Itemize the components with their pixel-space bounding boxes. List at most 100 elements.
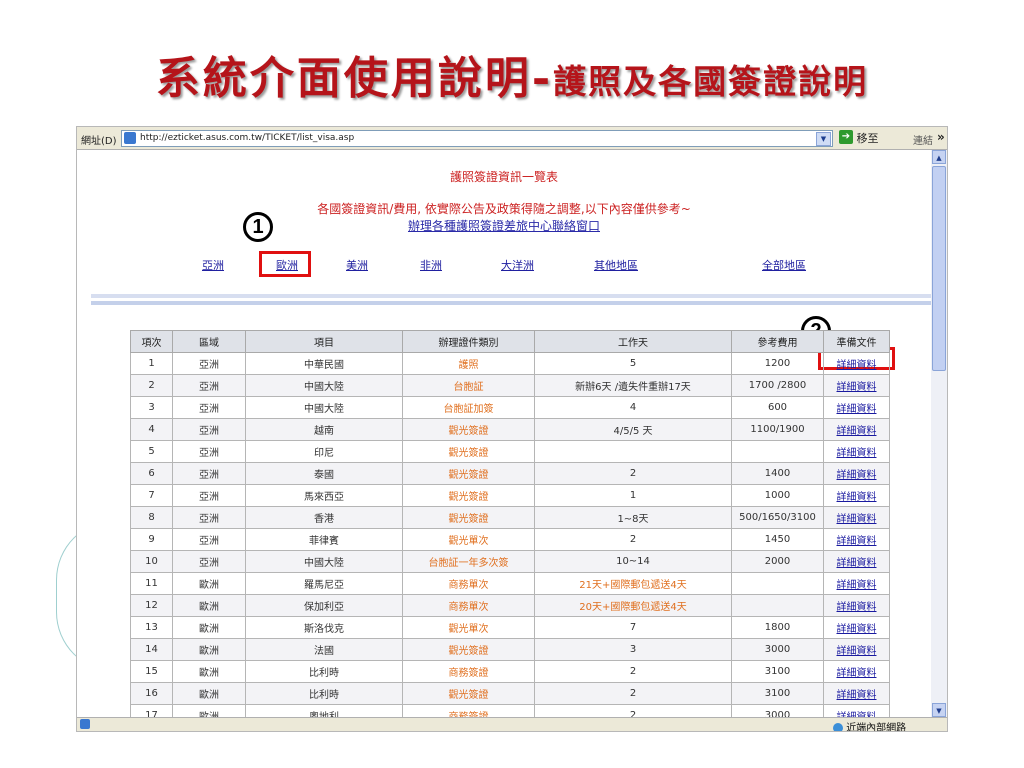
cell-details-link[interactable]: 詳細資料 <box>823 352 890 375</box>
cell-details-link[interactable]: 詳細資料 <box>823 484 890 507</box>
table-row: 1 亞洲 中華民國 護照 5 1200 詳細資料 <box>130 352 890 375</box>
cell-details-link[interactable]: 詳細資料 <box>823 528 890 551</box>
scroll-down-icon[interactable]: ▼ <box>932 703 946 717</box>
cell-document-type: 護照 <box>402 352 535 375</box>
cell-workdays: 1~8天 <box>534 506 732 529</box>
europe-highlight-box <box>259 251 311 277</box>
cell-region: 歐洲 <box>172 660 246 683</box>
go-button[interactable]: ➔ 移至 <box>839 130 895 145</box>
cell-index: 17 <box>130 704 173 717</box>
cell-document-type: 商務簽證 <box>402 660 535 683</box>
cell-workdays: 5 <box>534 352 732 375</box>
cell-item: 保加利亞 <box>245 594 403 617</box>
cell-details-link[interactable]: 詳細資料 <box>823 550 890 573</box>
region-link-asia[interactable]: 亞洲 <box>202 257 224 273</box>
table-row: 9 亞洲 菲律賓 觀光單次 2 1450 詳細資料 <box>130 528 890 551</box>
col-header-fee: 參考費用 <box>731 330 824 353</box>
cell-item: 比利時 <box>245 660 403 683</box>
cell-details-link[interactable]: 詳細資料 <box>823 506 890 529</box>
cell-index: 2 <box>130 374 173 397</box>
cell-item: 泰國 <box>245 462 403 485</box>
table-row: 6 亞洲 泰國 觀光簽證 2 1400 詳細資料 <box>130 462 890 485</box>
cell-item: 越南 <box>245 418 403 441</box>
cell-index: 9 <box>130 528 173 551</box>
cell-workdays: 3 <box>534 638 732 661</box>
cell-workdays: 2 <box>534 660 732 683</box>
cell-fee: 1450 <box>731 528 824 551</box>
cell-document-type: 商務單次 <box>402 594 535 617</box>
page-status-icon <box>80 719 90 729</box>
cell-document-type: 觀光單次 <box>402 528 535 551</box>
region-link-all[interactable]: 全部地區 <box>762 257 806 273</box>
region-link-africa[interactable]: 非洲 <box>420 257 442 273</box>
region-link-other[interactable]: 其他地區 <box>594 257 638 273</box>
cell-details-link[interactable]: 詳細資料 <box>823 440 890 463</box>
service-contact-link[interactable]: 辦理各種護照簽證差旅中心聯絡窗口 <box>77 217 931 234</box>
cell-details-link[interactable]: 詳細資料 <box>823 374 890 397</box>
cell-item: 中國大陸 <box>245 396 403 419</box>
scroll-thumb[interactable] <box>932 166 946 371</box>
cell-index: 13 <box>130 616 173 639</box>
cell-index: 8 <box>130 506 173 529</box>
slide-title: 系統介面使用說明-護照及各國簽證說明 <box>0 42 1024 106</box>
cell-details-link[interactable]: 詳細資料 <box>823 462 890 485</box>
cell-fee <box>731 440 824 463</box>
cell-details-link[interactable]: 詳細資料 <box>823 418 890 441</box>
cell-workdays: 21天+國際郵包遞送4天 <box>534 572 732 595</box>
cell-details-link[interactable]: 詳細資料 <box>823 616 890 639</box>
cell-index: 16 <box>130 682 173 705</box>
url-dropdown-button[interactable]: ▼ <box>816 132 831 146</box>
go-label: 移至 <box>856 132 879 145</box>
table-row: 10 亞洲 中國大陸 台胞証一年多次簽 10~14 2000 詳細資料 <box>130 550 890 573</box>
cell-index: 11 <box>130 572 173 595</box>
cell-details-link[interactable]: 詳細資料 <box>823 396 890 419</box>
cell-region: 亞洲 <box>172 374 246 397</box>
table-row: 15 歐洲 比利時 商務簽證 2 3100 詳細資料 <box>130 660 890 683</box>
separator-bar-lower <box>91 301 931 305</box>
cell-fee: 1800 <box>731 616 824 639</box>
cell-workdays: 2 <box>534 462 732 485</box>
cell-workdays: 新辦6天 /遺失件重辦17天 <box>534 374 732 397</box>
links-button[interactable]: 連結 <box>913 132 933 147</box>
cell-workdays: 4 <box>534 396 732 419</box>
cell-details-link[interactable]: 詳細資料 <box>823 572 890 595</box>
url-field[interactable]: http://ezticket.asus.com.tw/TICKET/list_… <box>121 130 833 147</box>
cell-region: 亞洲 <box>172 550 246 573</box>
toolbar-chevron-icon[interactable]: » <box>937 130 945 144</box>
page-icon <box>124 132 136 144</box>
cell-details-link[interactable]: 詳細資料 <box>823 682 890 705</box>
region-link-america[interactable]: 美洲 <box>346 257 368 273</box>
cell-index: 10 <box>130 550 173 573</box>
cell-details-link[interactable]: 詳細資料 <box>823 638 890 661</box>
table-row: 12 歐洲 保加利亞 商務單次 20天+國際郵包遞送4天 詳細資料 <box>130 594 890 617</box>
cell-region: 亞洲 <box>172 506 246 529</box>
cell-document-type: 台胞証一年多次簽 <box>402 550 535 573</box>
cell-item: 印尼 <box>245 440 403 463</box>
col-header-workdays: 工作天 <box>534 330 732 353</box>
cell-index: 15 <box>130 660 173 683</box>
cell-details-link[interactable]: 詳細資料 <box>823 594 890 617</box>
slide-title-main: 系統介面使用說明- <box>155 53 554 104</box>
vertical-scrollbar[interactable]: ▲ ▼ <box>931 150 947 717</box>
cell-fee: 1700 /2800 <box>731 374 824 397</box>
cell-details-link[interactable]: 詳細資料 <box>823 660 890 683</box>
cell-fee: 500/1650/3100 <box>731 506 824 529</box>
cell-document-type: 觀光簽證 <box>402 484 535 507</box>
region-link-oceania[interactable]: 大洋洲 <box>501 257 534 273</box>
cell-fee: 1100/1900 <box>731 418 824 441</box>
cell-details-link[interactable]: 詳細資料 <box>823 704 890 717</box>
col-header-item: 項目 <box>245 330 403 353</box>
cell-item: 羅馬尼亞 <box>245 572 403 595</box>
table-row: 7 亞洲 馬來西亞 觀光簽證 1 1000 詳細資料 <box>130 484 890 507</box>
scroll-up-icon[interactable]: ▲ <box>932 150 946 164</box>
step-1-badge: 1 <box>243 212 273 242</box>
browser-window: 網址(D) http://ezticket.asus.com.tw/TICKET… <box>76 126 948 732</box>
cell-index: 6 <box>130 462 173 485</box>
col-header-documents: 準備文件 <box>823 330 890 353</box>
slide-title-sub: 護照及各國簽證說明 <box>553 62 869 101</box>
cell-index: 1 <box>130 352 173 375</box>
cell-document-type: 觀光簽證 <box>402 638 535 661</box>
cell-index: 3 <box>130 396 173 419</box>
col-header-region: 區域 <box>172 330 246 353</box>
address-bar: 網址(D) http://ezticket.asus.com.tw/TICKET… <box>77 127 947 150</box>
